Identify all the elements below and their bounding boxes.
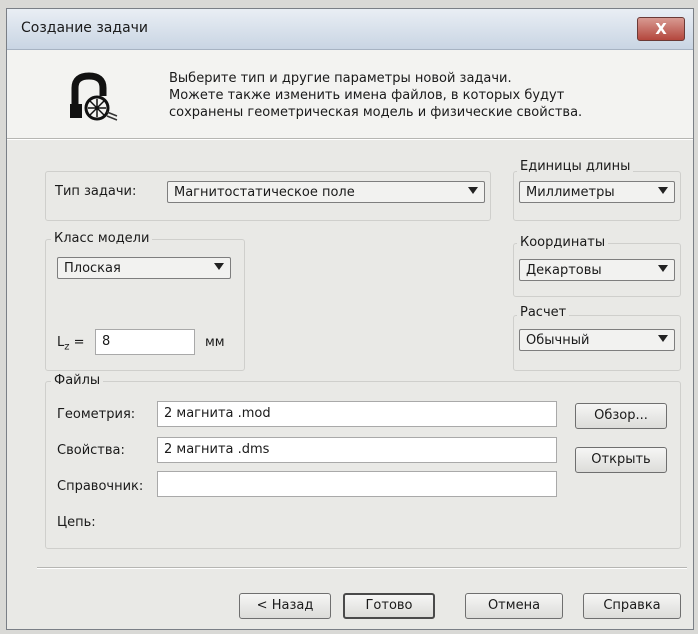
lz-value: 8: [102, 334, 111, 349]
geometry-field[interactable]: 2 магнита .mod: [157, 401, 557, 427]
model-class-select[interactable]: Плоская: [57, 257, 231, 279]
calculation-label: Расчет: [517, 305, 570, 320]
magnet-coil-icon: [70, 72, 118, 121]
chevron-down-icon: [658, 187, 668, 194]
done-button[interactable]: Готово: [343, 593, 435, 619]
geometry-value: 2 магнита .mod: [164, 406, 271, 421]
back-button[interactable]: < Назад: [239, 593, 331, 619]
task-type-select[interactable]: Магнитостатическое поле: [167, 181, 485, 203]
coordinates-value: Декартовы: [526, 263, 602, 278]
browse-button[interactable]: Обзор...: [575, 403, 667, 429]
coordinates-label: Координаты: [517, 235, 609, 250]
lz-unit: мм: [205, 335, 225, 350]
chevron-down-icon: [658, 335, 668, 342]
length-units-label: Единицы длины: [517, 159, 634, 174]
close-button[interactable]: X: [637, 17, 685, 41]
header-line: Можете также изменить имена файлов, в ко…: [169, 88, 565, 103]
footer-separator: [37, 567, 687, 569]
length-units-select[interactable]: Миллиметры: [519, 181, 675, 203]
cancel-button[interactable]: Отмена: [465, 593, 563, 619]
help-button[interactable]: Справка: [583, 593, 681, 619]
geometry-label: Геометрия:: [57, 407, 136, 422]
header-separator: [7, 138, 693, 140]
circuit-label: Цепь:: [57, 515, 96, 530]
calculation-value: Обычный: [526, 333, 590, 348]
properties-value: 2 магнита .dms: [164, 442, 270, 457]
calculation-select[interactable]: Обычный: [519, 329, 675, 351]
header-line: сохранены геометрическая модель и физиче…: [169, 105, 583, 120]
coordinates-select[interactable]: Декартовы: [519, 259, 675, 281]
lz-label: Lz =: [57, 335, 85, 353]
chevron-down-icon: [214, 263, 224, 270]
properties-label: Свойства:: [57, 443, 125, 458]
task-type-value: Магнитостатическое поле: [174, 185, 355, 200]
dialog-header: Выберите тип и другие параметры новой за…: [7, 50, 693, 138]
chevron-down-icon: [658, 265, 668, 272]
properties-field[interactable]: 2 магнита .dms: [157, 437, 557, 463]
length-units-value: Миллиметры: [526, 185, 615, 200]
header-description: Выберите тип и другие параметры новой за…: [169, 70, 582, 121]
reference-field[interactable]: [157, 471, 557, 497]
open-button[interactable]: Открыть: [575, 447, 667, 473]
lz-input[interactable]: 8: [95, 329, 195, 355]
title-bar: Создание задачи X: [7, 9, 693, 50]
reference-label: Справочник:: [57, 479, 144, 494]
model-class-label: Класс модели: [51, 231, 153, 246]
header-line: Выберите тип и другие параметры новой за…: [169, 71, 512, 86]
window-title: Создание задачи: [21, 20, 149, 36]
files-label: Файлы: [51, 373, 104, 388]
model-class-value: Плоская: [64, 261, 121, 276]
chevron-down-icon: [468, 187, 478, 194]
create-task-dialog: Создание задачи X Выберите тип и другие …: [6, 8, 694, 630]
task-type-label: Тип задачи:: [55, 184, 137, 199]
